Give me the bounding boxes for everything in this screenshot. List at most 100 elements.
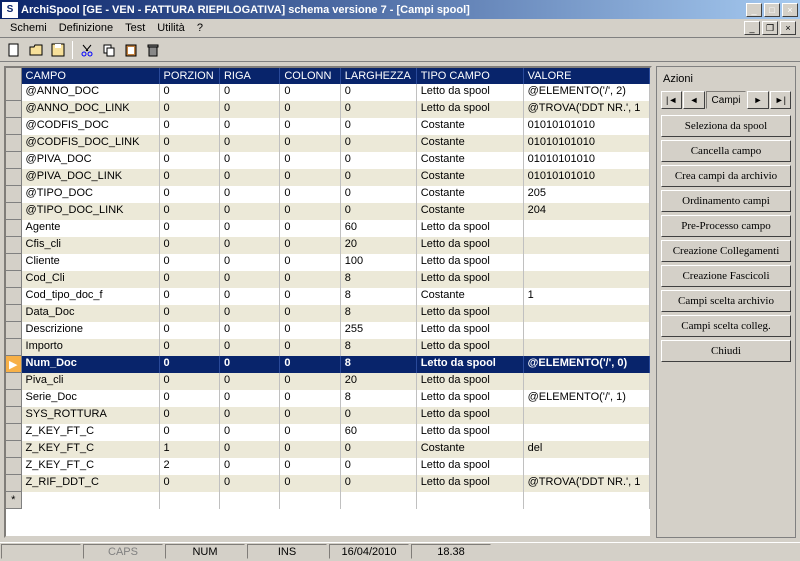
col-header-colonn[interactable]: COLONN bbox=[280, 68, 340, 84]
row-selector[interactable] bbox=[6, 135, 22, 152]
cell-porzion[interactable]: 0 bbox=[160, 475, 220, 492]
cell-riga[interactable]: 0 bbox=[220, 203, 280, 220]
cell-larghezza[interactable]: 100 bbox=[341, 254, 417, 271]
cell-campo[interactable]: Cod_Cli bbox=[22, 271, 160, 288]
mdi-restore-button[interactable]: ❐ bbox=[762, 21, 778, 35]
data-grid[interactable]: CAMPO PORZION RIGA COLONN LARGHEZZA TIPO… bbox=[4, 66, 652, 538]
mdi-close-button[interactable]: × bbox=[780, 21, 796, 35]
cell-colonn[interactable]: 0 bbox=[280, 441, 340, 458]
cell-valore[interactable]: 01010101010 bbox=[524, 169, 650, 186]
cell-larghezza[interactable]: 8 bbox=[341, 339, 417, 356]
cell-tipo[interactable]: Letto da spool bbox=[417, 271, 524, 288]
cell-campo[interactable]: @ANNO_DOC bbox=[22, 84, 160, 101]
cell-campo[interactable]: SYS_ROTTURA bbox=[22, 407, 160, 424]
cell-valore[interactable]: @TROVA('DDT NR.', 1 bbox=[524, 101, 650, 118]
action-button[interactable]: Crea campi da archivio bbox=[661, 165, 791, 187]
table-row[interactable]: @TIPO_DOC_LINK0000Costante204 bbox=[6, 203, 650, 220]
grid-body[interactable]: @ANNO_DOC0000Letto da spool@ELEMENTO('/'… bbox=[6, 84, 650, 536]
cell-tipo[interactable]: Letto da spool bbox=[417, 339, 524, 356]
action-button[interactable]: Chiudi bbox=[661, 340, 791, 362]
table-row[interactable]: Cod_tipo_doc_f0008Costante1 bbox=[6, 288, 650, 305]
cell-porzion[interactable]: 0 bbox=[160, 84, 220, 101]
cell-tipo[interactable]: Letto da spool bbox=[417, 356, 524, 373]
cell-tipo[interactable]: Letto da spool bbox=[417, 407, 524, 424]
cell-campo[interactable]: Piva_cli bbox=[22, 373, 160, 390]
nav-last-button[interactable]: ►| bbox=[770, 91, 791, 109]
cell-porzion[interactable]: 0 bbox=[160, 288, 220, 305]
cell-porzion[interactable]: 0 bbox=[160, 254, 220, 271]
row-selector[interactable] bbox=[6, 339, 22, 356]
menu-schemi[interactable]: Schemi bbox=[4, 20, 53, 36]
cell-tipo[interactable]: Costante bbox=[417, 169, 524, 186]
cell-valore[interactable] bbox=[524, 254, 650, 271]
cell-porzion[interactable]: 0 bbox=[160, 186, 220, 203]
table-row[interactable]: @CODFIS_DOC_LINK0000Costante01010101010 bbox=[6, 135, 650, 152]
row-selector[interactable] bbox=[6, 407, 22, 424]
cell-porzion[interactable]: 0 bbox=[160, 237, 220, 254]
cell-campo[interactable]: Z_KEY_FT_C bbox=[22, 424, 160, 441]
cell-campo[interactable]: Cliente bbox=[22, 254, 160, 271]
nav-prev-button[interactable]: ◄ bbox=[683, 91, 704, 109]
cell-colonn[interactable]: 0 bbox=[280, 118, 340, 135]
cell-riga[interactable]: 0 bbox=[220, 373, 280, 390]
table-row[interactable]: Cfis_cli00020Letto da spool bbox=[6, 237, 650, 254]
cell-larghezza[interactable]: 0 bbox=[341, 407, 417, 424]
cell-riga[interactable]: 0 bbox=[220, 475, 280, 492]
cell-larghezza[interactable]: 60 bbox=[341, 220, 417, 237]
cell-riga[interactable]: 0 bbox=[220, 152, 280, 169]
cell-tipo[interactable]: Letto da spool bbox=[417, 322, 524, 339]
col-header-porzion[interactable]: PORZION bbox=[160, 68, 220, 84]
cell-larghezza[interactable]: 8 bbox=[341, 356, 417, 373]
cell-colonn[interactable]: 0 bbox=[280, 390, 340, 407]
table-row[interactable]: Serie_Doc0008Letto da spool@ELEMENTO('/'… bbox=[6, 390, 650, 407]
cell-valore[interactable]: @TROVA('DDT NR.', 1 bbox=[524, 475, 650, 492]
cell-campo[interactable]: Agente bbox=[22, 220, 160, 237]
cell-valore[interactable] bbox=[524, 458, 650, 475]
cell-larghezza[interactable]: 8 bbox=[341, 271, 417, 288]
cell-tipo[interactable]: Costante bbox=[417, 203, 524, 220]
cell-tipo[interactable]: Letto da spool bbox=[417, 220, 524, 237]
cell-tipo[interactable]: Letto da spool bbox=[417, 305, 524, 322]
cell-larghezza[interactable]: 8 bbox=[341, 305, 417, 322]
row-selector[interactable] bbox=[6, 271, 22, 288]
nav-next-button[interactable]: ► bbox=[747, 91, 768, 109]
cell-porzion[interactable]: 1 bbox=[160, 441, 220, 458]
row-selector[interactable] bbox=[6, 84, 22, 101]
cell-riga[interactable]: 0 bbox=[220, 118, 280, 135]
cell-tipo[interactable]: Costante bbox=[417, 288, 524, 305]
cell-tipo[interactable]: Costante bbox=[417, 441, 524, 458]
cell-riga[interactable]: 0 bbox=[220, 356, 280, 373]
cell-valore[interactable]: @ELEMENTO('/', 1) bbox=[524, 390, 650, 407]
cell-colonn[interactable]: 0 bbox=[280, 356, 340, 373]
cell-tipo[interactable]: Costante bbox=[417, 135, 524, 152]
table-row[interactable]: Piva_cli00020Letto da spool bbox=[6, 373, 650, 390]
cell-campo[interactable]: @TIPO_DOC_LINK bbox=[22, 203, 160, 220]
cell-larghezza[interactable]: 20 bbox=[341, 373, 417, 390]
cell-colonn[interactable]: 0 bbox=[280, 339, 340, 356]
cell-tipo[interactable]: Letto da spool bbox=[417, 237, 524, 254]
table-row[interactable]: Data_Doc0008Letto da spool bbox=[6, 305, 650, 322]
cell-riga[interactable]: 0 bbox=[220, 424, 280, 441]
cell-campo[interactable]: @PIVA_DOC bbox=[22, 152, 160, 169]
cell-tipo[interactable]: Letto da spool bbox=[417, 254, 524, 271]
cell-colonn[interactable]: 0 bbox=[280, 407, 340, 424]
cell-valore[interactable] bbox=[524, 373, 650, 390]
col-header-campo[interactable]: CAMPO bbox=[22, 68, 160, 84]
cell-larghezza[interactable]: 0 bbox=[341, 458, 417, 475]
menu-help[interactable]: ? bbox=[191, 20, 209, 36]
cell-porzion[interactable]: 0 bbox=[160, 322, 220, 339]
row-selector[interactable] bbox=[6, 186, 22, 203]
action-button[interactable]: Campi scelta colleg. bbox=[661, 315, 791, 337]
cell-colonn[interactable]: 0 bbox=[280, 203, 340, 220]
row-selector[interactable] bbox=[6, 220, 22, 237]
cell-campo[interactable]: Importo bbox=[22, 339, 160, 356]
row-selector[interactable] bbox=[6, 254, 22, 271]
table-row[interactable]: Cliente000100Letto da spool bbox=[6, 254, 650, 271]
table-row[interactable]: Agente00060Letto da spool bbox=[6, 220, 650, 237]
cell-riga[interactable]: 0 bbox=[220, 135, 280, 152]
cell-valore[interactable]: del bbox=[524, 441, 650, 458]
cell-campo[interactable]: Serie_Doc bbox=[22, 390, 160, 407]
col-header-valore[interactable]: VALORE bbox=[524, 68, 650, 84]
cell-porzion[interactable]: 0 bbox=[160, 271, 220, 288]
cell-campo[interactable]: Descrizione bbox=[22, 322, 160, 339]
